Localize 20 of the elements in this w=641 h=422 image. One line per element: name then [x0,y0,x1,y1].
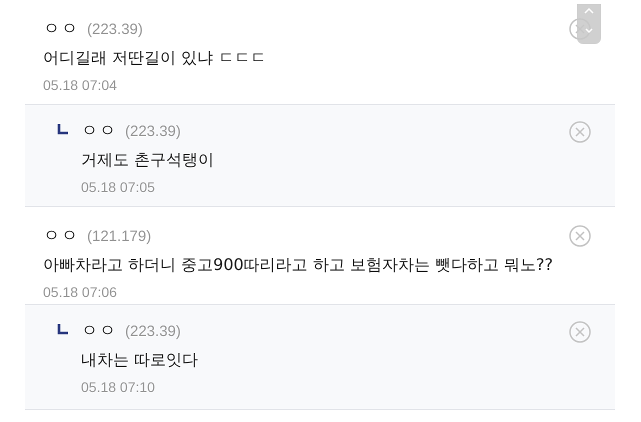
comment-text: 어디길래 저딴길이 있냐 ㄷㄷㄷ [43,48,268,69]
comment-time: 05.18 07:04 [43,77,118,93]
ip-address: (121.179) [87,228,152,245]
author-name: ㅇㅇ [43,225,79,247]
comment-time: 05.18 07:05 [81,179,156,195]
delete-icon[interactable] [569,225,591,247]
comment-text: 거제도 촌구석탱이 [81,150,216,171]
comment-text: 내차는 따로잇다 [81,350,200,371]
ip-address: (223.39) [125,323,181,340]
comment-text: 아빠차라고 하더니 중고900따리라고 하고 보험자차는 뺏다하고 뭐노?? [43,255,554,276]
comment-time: 05.18 07:10 [81,379,156,395]
comment-time: 05.18 07:06 [43,284,118,300]
scroll-buttons-icon[interactable] [577,4,601,44]
author-name: ㅇㅇ [43,18,79,40]
ip-address: (223.39) [125,123,181,140]
ip-address: (223.39) [87,21,143,38]
delete-icon[interactable] [569,321,591,343]
delete-icon[interactable] [569,121,591,143]
author-name: ㅇㅇ [81,320,117,342]
author-name: ㅇㅇ [81,120,117,142]
